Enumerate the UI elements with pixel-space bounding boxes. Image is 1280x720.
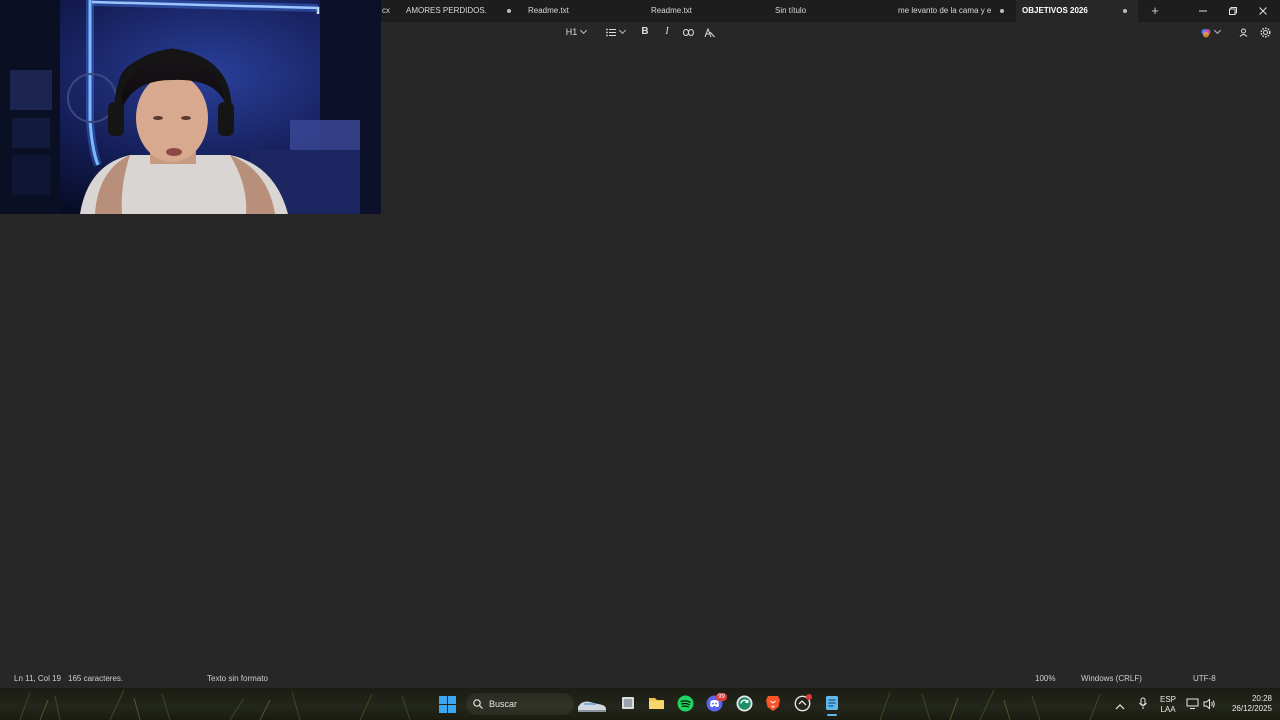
restore-icon [1229, 7, 1237, 15]
gear-icon [1259, 27, 1271, 38]
link-icon [682, 29, 694, 37]
volume-button[interactable] [1203, 697, 1217, 711]
close-icon [1259, 7, 1267, 15]
chevron-up-icon [1115, 704, 1125, 710]
tab-amores-perdidos[interactable]: AMORES PERDIDOS. [400, 0, 520, 22]
status-bar: Ln 11, Col 19 165 caracteres. Texto sin … [0, 670, 1280, 688]
show-hidden-icons-button[interactable] [1115, 698, 1127, 710]
speaker-icon [1203, 698, 1215, 710]
folder-icon [649, 698, 664, 709]
format-mode[interactable]: Texto sin formato [207, 670, 268, 688]
sneaker-icon [578, 701, 606, 712]
notification-badge: 99 [716, 693, 727, 701]
language-indicator[interactable]: ESP LAA [1156, 695, 1180, 715]
settings-button[interactable] [1258, 24, 1272, 40]
link-button[interactable] [680, 24, 696, 40]
keyboard-layout: LAA [1160, 705, 1176, 714]
copilot-icon [1201, 28, 1210, 38]
search-placeholder: Buscar [489, 699, 518, 709]
tab-readme-2[interactable]: Readme.txt [645, 0, 767, 22]
tab-label: OBJETIVOS 2026 [1022, 6, 1088, 15]
brave-button[interactable] [765, 695, 782, 713]
copilot-dropdown[interactable] [1196, 24, 1224, 40]
taskbar-search[interactable]: Buscar [466, 693, 574, 715]
microphone-icon [1139, 697, 1147, 709]
tab-label: AMORES PERDIDOS. [406, 6, 487, 15]
heading-dropdown[interactable]: H1 [562, 24, 590, 40]
list-icon [605, 28, 616, 37]
zoom-level[interactable]: 100% [1035, 670, 1055, 688]
task-view-icon [622, 697, 634, 709]
webcam-image [0, 0, 381, 214]
new-tab-button[interactable]: + [1146, 2, 1164, 20]
chevron-down-icon [618, 26, 626, 35]
character-count: 165 caracteres. [68, 674, 124, 683]
cursor-position: Ln 11, Col 19 [14, 674, 61, 683]
discord-button[interactable]: 99 [706, 693, 727, 714]
clear-formatting-icon [704, 27, 715, 37]
chevron-down-icon [1213, 26, 1221, 35]
active-indicator [827, 714, 837, 716]
clock[interactable]: 20:28 26/12/2025 [1222, 694, 1272, 714]
unsaved-dot-icon [1000, 9, 1004, 13]
tab-me-levanto[interactable]: me levanto de la cama y e [892, 0, 1014, 22]
bold-button[interactable]: B [637, 24, 653, 40]
task-view-button[interactable] [620, 695, 636, 713]
start-button[interactable] [439, 696, 456, 713]
account-button[interactable] [1236, 24, 1250, 40]
notepad-window: cx AMORES PERDIDOS. Readme.txt Readme.tx… [0, 0, 1280, 720]
spotify-button[interactable] [677, 695, 694, 713]
windows-icon [439, 696, 456, 713]
heading-label: H1 [565, 27, 578, 37]
minimize-button[interactable] [1188, 0, 1218, 22]
notepad-taskbar-button[interactable] [823, 694, 841, 716]
network-icon [1186, 698, 1199, 709]
account-icon [1239, 28, 1247, 37]
notepad-icon [826, 696, 838, 710]
clock-date: 26/12/2025 [1231, 704, 1272, 713]
microphone-button[interactable] [1138, 697, 1148, 711]
tab-objetivos-2026[interactable]: OBJETIVOS 2026 [1016, 0, 1138, 22]
language-code: ESP [1159, 695, 1176, 704]
chevron-down-icon [580, 26, 588, 35]
tab-sin-titulo[interactable]: Sin título [769, 0, 891, 22]
bold-label: B [641, 26, 649, 37]
app-button[interactable] [794, 694, 814, 714]
tab-label: me levanto de la cama y e [898, 6, 992, 15]
file-explorer-button[interactable] [648, 695, 665, 713]
unsaved-dot-icon [507, 9, 511, 13]
line-ending[interactable]: Windows (CRLF) [1081, 670, 1142, 688]
spotify-icon [677, 695, 694, 712]
alert-dot-icon [806, 694, 812, 700]
clear-formatting-button[interactable] [701, 24, 717, 40]
widgets-button[interactable] [576, 694, 608, 714]
minimize-icon [1199, 10, 1207, 12]
italic-label: I [665, 26, 669, 37]
tab-label: Readme.txt [651, 6, 692, 15]
italic-button[interactable]: I [659, 24, 675, 40]
sync-app-button[interactable] [736, 695, 753, 713]
close-button[interactable] [1248, 0, 1278, 22]
tab-label: Readme.txt [528, 6, 569, 15]
search-icon [473, 699, 483, 709]
tab-label: cx [382, 6, 390, 15]
list-dropdown[interactable] [601, 24, 629, 40]
clock-time: 20:28 [1251, 694, 1272, 703]
encoding[interactable]: UTF-8 [1193, 670, 1216, 688]
tab-label: Sin título [775, 6, 807, 15]
taskbar: Buscar 99 ESP LAA 20:28 26/12/2025 [0, 688, 1280, 720]
unsaved-dot-icon [1123, 9, 1127, 13]
tab-readme-1[interactable]: Readme.txt [522, 0, 644, 22]
network-button[interactable] [1186, 697, 1200, 711]
taskbar-wallpaper [19, 689, 1101, 720]
webcam-overlay [0, 0, 381, 214]
refresh-icon [736, 695, 753, 712]
restore-button[interactable] [1218, 0, 1248, 22]
brave-lion-icon [766, 696, 780, 711]
